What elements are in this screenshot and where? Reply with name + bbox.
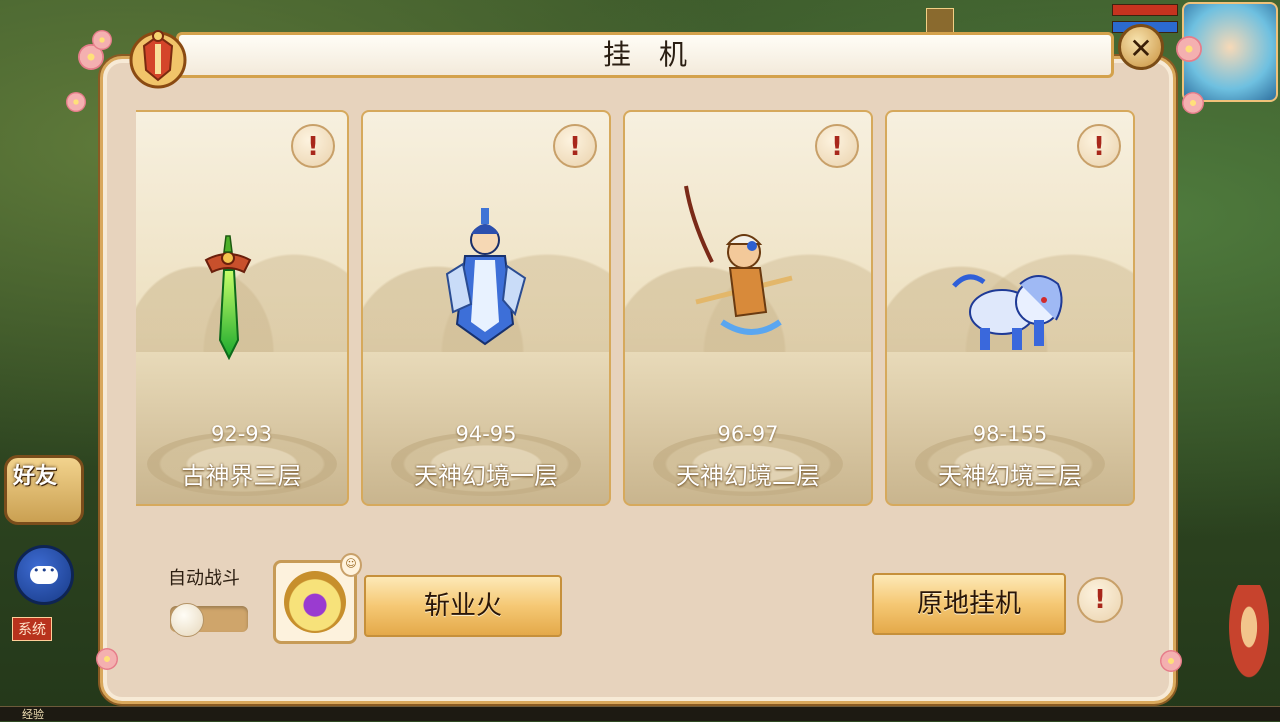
info-button[interactable]: ! xyxy=(1077,124,1121,168)
idle-in-place-button[interactable]: 原地挂机 xyxy=(872,573,1066,635)
jade-sword-icon xyxy=(204,235,252,360)
flower-decoration xyxy=(96,648,118,670)
purple-heart-icon xyxy=(284,571,346,633)
person-icon: ☺ xyxy=(340,553,362,577)
info-button[interactable]: ! xyxy=(291,124,335,168)
system-tag: 系统 xyxy=(12,617,52,641)
emblem-icon xyxy=(129,30,187,89)
flower-decoration xyxy=(66,92,86,112)
flower-decoration xyxy=(1160,650,1182,672)
dialog-title: 挂机 xyxy=(602,38,715,71)
zone-card-2[interactable]: ! 94-95 天神幻境一层 xyxy=(361,110,611,506)
info-button[interactable]: ! xyxy=(815,124,859,168)
zone-name: 古神界三层 xyxy=(181,462,302,490)
auto-battle-toggle[interactable] xyxy=(170,603,248,637)
zone-card-4[interactable]: ! 98-155 天神幻境三层 xyxy=(885,110,1135,506)
chat-bubble-icon xyxy=(30,564,58,584)
zone-name: 天神幻境三层 xyxy=(938,462,1082,490)
zone-name: 天神幻境二层 xyxy=(676,462,820,490)
level-range: 92-93 xyxy=(210,422,273,446)
skill-icon-slot[interactable]: ☺ xyxy=(273,553,362,644)
flower-decoration xyxy=(92,30,112,50)
skill-button[interactable]: 斩业火 xyxy=(364,575,562,637)
close-button[interactable]: ✕ xyxy=(1118,24,1164,70)
zone-card-1[interactable]: ! 92-93 古神界三层 xyxy=(136,110,349,506)
flower-decoration xyxy=(1176,36,1202,62)
auto-battle-label: 自动战斗 xyxy=(168,568,240,589)
toggle-knob[interactable] xyxy=(170,603,204,637)
info-button[interactable]: ! xyxy=(1077,577,1123,623)
level-range: 94-95 xyxy=(455,422,517,446)
level-range: 98-155 xyxy=(972,422,1048,446)
info-button[interactable]: ! xyxy=(553,124,597,168)
dialog-title-bar: 挂机 xyxy=(176,32,1114,78)
chat-button[interactable] xyxy=(14,545,74,605)
friends-button[interactable]: 好友 xyxy=(4,455,84,525)
zone-card-3[interactable]: ! 96-97 天神幻境二层 xyxy=(623,110,873,506)
exp-bar xyxy=(0,706,1280,721)
ice-lion-icon xyxy=(952,274,1063,350)
zone-name: 天神幻境一层 xyxy=(414,462,558,490)
level-range: 96-97 xyxy=(717,422,779,446)
npc-character xyxy=(1218,585,1280,705)
monkey-king-icon xyxy=(684,185,793,335)
blue-warrior-icon xyxy=(445,208,527,346)
flower-decoration xyxy=(1182,92,1204,114)
